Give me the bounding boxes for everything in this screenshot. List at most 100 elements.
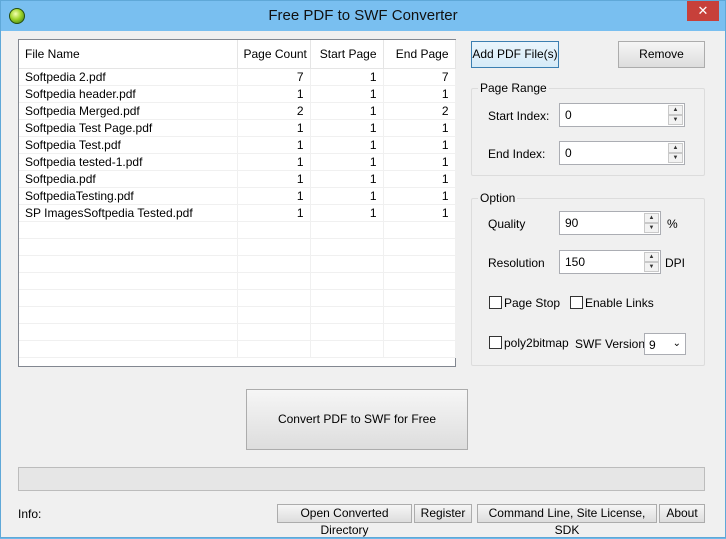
empty-row xyxy=(19,306,456,324)
end-page-cell: 1 xyxy=(383,170,456,188)
open-converted-directory-button[interactable]: Open Converted Directory xyxy=(277,504,412,537)
swf-version-label: SWF Version xyxy=(575,337,646,351)
poly2bitmap-label[interactable]: poly2bitmap xyxy=(504,336,569,350)
resolution-unit: DPI xyxy=(665,256,686,270)
table-row[interactable]: Softpedia.pdf 1 1 1 xyxy=(19,170,456,188)
empty-cell xyxy=(19,323,238,341)
empty-cell xyxy=(237,323,311,341)
empty-cell xyxy=(310,272,384,290)
page-count-cell: 1 xyxy=(237,85,311,103)
spin-up-icon[interactable]: ▲ xyxy=(644,213,659,223)
file-name-cell: SP ImagesSoftpedia Tested.pdf xyxy=(19,204,238,222)
resolution-spinner[interactable]: 150 ▲ ▼ xyxy=(559,250,661,274)
remove-button[interactable]: Remove xyxy=(618,41,705,68)
resolution-label: Resolution xyxy=(488,256,545,270)
table-header-row: File Name Page Count Start Page End Page xyxy=(19,40,456,69)
table-row[interactable]: Softpedia tested-1.pdf 1 1 1 xyxy=(19,153,456,171)
start-page-cell: 1 xyxy=(310,68,384,86)
swf-version-select[interactable]: 9 ⌄ xyxy=(644,333,686,355)
enable-links-label[interactable]: Enable Links xyxy=(585,296,654,310)
empty-cell xyxy=(310,221,384,239)
empty-cell xyxy=(383,272,456,290)
progress-bar xyxy=(18,467,705,491)
column-header-file-name[interactable]: File Name xyxy=(19,40,238,69)
page-stop-label[interactable]: Page Stop xyxy=(504,296,560,310)
empty-cell xyxy=(383,340,456,358)
empty-cell xyxy=(19,289,238,307)
table-row[interactable]: SP ImagesSoftpedia Tested.pdf 1 1 1 xyxy=(19,204,456,222)
spin-down-icon[interactable]: ▼ xyxy=(668,153,683,163)
file-table: File Name Page Count Start Page End Page… xyxy=(19,40,456,358)
empty-cell xyxy=(237,221,311,239)
end-index-spinner[interactable]: 0 ▲ ▼ xyxy=(559,141,685,165)
about-button[interactable]: About xyxy=(659,504,705,523)
start-page-cell: 1 xyxy=(310,204,384,222)
start-page-cell: 1 xyxy=(310,153,384,171)
empty-cell xyxy=(237,255,311,273)
poly2bitmap-checkbox[interactable] xyxy=(489,336,502,349)
end-page-cell: 1 xyxy=(383,153,456,171)
end-index-value: 0 xyxy=(565,146,572,160)
chevron-down-icon: ⌄ xyxy=(672,338,681,349)
command-line-license-sdk-button[interactable]: Command Line, Site License, SDK xyxy=(477,504,657,537)
quality-spinner[interactable]: 90 ▲ ▼ xyxy=(559,211,661,235)
start-page-cell: 1 xyxy=(310,119,384,137)
page-count-cell: 1 xyxy=(237,170,311,188)
column-header-end-page[interactable]: End Page xyxy=(383,40,456,69)
table-row[interactable]: Softpedia Test.pdf 1 1 1 xyxy=(19,136,456,154)
spin-up-icon[interactable]: ▲ xyxy=(668,143,683,153)
file-name-cell: Softpedia header.pdf xyxy=(19,85,238,103)
page-stop-checkbox[interactable] xyxy=(489,296,502,309)
title-bar[interactable]: Free PDF to SWF Converter ✕ xyxy=(1,1,725,31)
page-count-cell: 1 xyxy=(237,153,311,171)
file-list[interactable]: File Name Page Count Start Page End Page… xyxy=(18,39,456,367)
end-page-cell: 1 xyxy=(383,136,456,154)
empty-cell xyxy=(310,289,384,307)
page-count-cell: 2 xyxy=(237,102,311,120)
empty-cell xyxy=(383,221,456,239)
file-name-cell: Softpedia Merged.pdf xyxy=(19,102,238,120)
spin-down-icon[interactable]: ▼ xyxy=(668,115,683,125)
empty-cell xyxy=(19,340,238,358)
empty-cell xyxy=(383,323,456,341)
info-label: Info: xyxy=(18,507,42,521)
spin-down-icon[interactable]: ▼ xyxy=(644,262,659,272)
table-row[interactable]: Softpedia Merged.pdf 2 1 2 xyxy=(19,102,456,120)
table-row[interactable]: SoftpediaTesting.pdf 1 1 1 xyxy=(19,187,456,205)
spin-up-icon[interactable]: ▲ xyxy=(644,252,659,262)
empty-row xyxy=(19,221,456,239)
file-name-cell: Softpedia Test.pdf xyxy=(19,136,238,154)
start-index-spinner[interactable]: 0 ▲ ▼ xyxy=(559,103,685,127)
file-name-cell: Softpedia 2.pdf xyxy=(19,68,238,86)
register-button[interactable]: Register xyxy=(414,504,472,523)
end-page-cell: 1 xyxy=(383,187,456,205)
empty-row xyxy=(19,323,456,341)
start-page-cell: 1 xyxy=(310,136,384,154)
column-header-start-page[interactable]: Start Page xyxy=(310,40,384,69)
empty-cell xyxy=(383,255,456,273)
main-window: Free PDF to SWF Converter ✕ File Name Pa… xyxy=(0,0,726,538)
empty-cell xyxy=(19,238,238,256)
quality-unit: % xyxy=(667,217,678,231)
table-row[interactable]: Softpedia header.pdf 1 1 1 xyxy=(19,85,456,103)
table-row[interactable]: Softpedia Test Page.pdf 1 1 1 xyxy=(19,119,456,137)
page-count-cell: 7 xyxy=(237,68,311,86)
page-range-title: Page Range xyxy=(478,81,549,95)
page-count-cell: 1 xyxy=(237,136,311,154)
spin-up-icon[interactable]: ▲ xyxy=(668,105,683,115)
page-count-cell: 1 xyxy=(237,204,311,222)
spin-down-icon[interactable]: ▼ xyxy=(644,223,659,233)
add-pdf-files-button[interactable]: Add PDF File(s) xyxy=(471,41,559,68)
empty-cell xyxy=(310,306,384,324)
column-header-page-count[interactable]: Page Count xyxy=(237,40,311,69)
table-row[interactable]: Softpedia 2.pdf 7 1 7 xyxy=(19,68,456,86)
end-page-cell: 1 xyxy=(383,204,456,222)
end-page-cell: 7 xyxy=(383,68,456,86)
empty-cell xyxy=(310,255,384,273)
empty-row xyxy=(19,238,456,256)
close-button[interactable]: ✕ xyxy=(687,1,719,21)
swf-version-value: 9 xyxy=(649,338,656,352)
convert-button[interactable]: Convert PDF to SWF for Free xyxy=(246,389,468,450)
enable-links-checkbox[interactable] xyxy=(570,296,583,309)
quality-value: 90 xyxy=(565,216,579,230)
